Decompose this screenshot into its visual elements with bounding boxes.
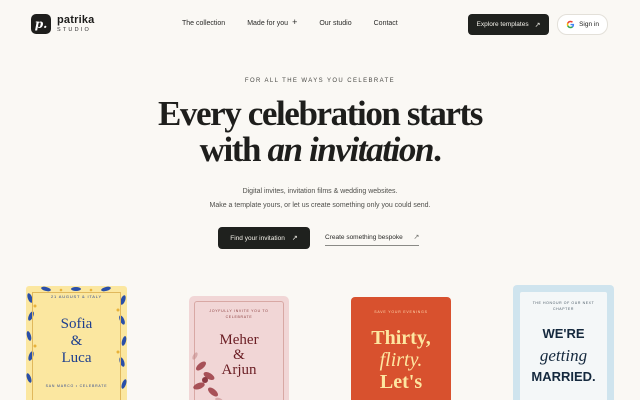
brand-logo-icon: p. bbox=[31, 14, 51, 34]
headline-line-1: Every celebration starts bbox=[157, 94, 483, 133]
hero-headline: Every celebration starts with an invitat… bbox=[0, 96, 640, 168]
sign-in-button[interactable]: Sign in bbox=[557, 14, 608, 35]
arrow-up-right-icon: ↗ bbox=[534, 21, 541, 29]
arrow-up-right-icon: ↗ bbox=[413, 234, 420, 241]
brand-sub: STUDIO bbox=[57, 26, 91, 33]
card-ampersand: & bbox=[70, 333, 83, 349]
nav-made-for-you-label: Made for you bbox=[247, 20, 289, 27]
card-venue: SAN MARCO • CELEBRATE bbox=[45, 384, 108, 388]
card-date: 21 AUGUST & ITALY bbox=[51, 294, 102, 299]
card-couple-names: Sofia & Luca bbox=[26, 316, 127, 367]
card-line-3: Let's bbox=[379, 371, 423, 393]
plus-icon: + bbox=[292, 17, 298, 27]
arrow-up-right-icon: ↗ bbox=[291, 235, 298, 242]
card-line-2: getting bbox=[539, 346, 588, 365]
explore-templates-label: Explore templates bbox=[476, 21, 529, 28]
headline-line-2-end: . bbox=[433, 130, 442, 169]
nav-the-collection[interactable]: The collection bbox=[182, 20, 225, 27]
card-couple-names: Meher & Arjun bbox=[189, 333, 289, 378]
brand-name: patrika bbox=[57, 13, 95, 26]
brand-wordmark: patrika STUDIO bbox=[57, 13, 95, 34]
invitation-card-sofia-luca[interactable]: 21 AUGUST & ITALY Sofia & Luca SAN MARCO… bbox=[26, 286, 127, 400]
find-invitation-label: Find your invitation bbox=[230, 234, 285, 242]
card-intro: THE HONOUR OF OUR NEXT CHAPTER bbox=[532, 301, 595, 311]
card-line-1: WE'RE bbox=[542, 326, 585, 341]
create-bespoke-label: Create something bespoke bbox=[325, 234, 403, 241]
invitation-card-meher-arjun[interactable]: JOYFULLY INVITE YOU TO CELEBRATE Meher &… bbox=[189, 296, 289, 400]
headline-line-2-italic: an invitation bbox=[267, 130, 434, 169]
hero-subtitle-1: Digital invites, invitation films & wedd… bbox=[242, 188, 398, 195]
create-bespoke-link[interactable]: Create something bespoke ↗ bbox=[325, 233, 420, 246]
google-icon bbox=[566, 20, 575, 29]
site-header: p. patrika STUDIO The collection Made fo… bbox=[0, 0, 640, 48]
card-line-1: Thirty, bbox=[371, 327, 431, 349]
card-name-1: Meher bbox=[219, 332, 259, 348]
sign-in-label: Sign in bbox=[579, 21, 599, 28]
invitation-card-getting-married[interactable]: THE HONOUR OF OUR NEXT CHAPTER WE'RE get… bbox=[513, 285, 614, 400]
explore-templates-button[interactable]: Explore templates ↗ bbox=[468, 14, 549, 35]
card-name-2: Luca bbox=[61, 350, 92, 366]
card-line-2: flirty. bbox=[379, 349, 423, 371]
card-intro: SAVE YOUR EVENINGS bbox=[374, 310, 428, 314]
main-nav: The collection Made for you + Our studio … bbox=[182, 17, 398, 28]
headline-line-2-plain: with bbox=[199, 130, 262, 169]
invitation-card-thirty-flirty[interactable]: SAVE YOUR EVENINGS Thirty, flirty. Let's bbox=[351, 297, 451, 400]
find-invitation-button[interactable]: Find your invitation ↗ bbox=[218, 227, 310, 249]
card-name-1: Sofia bbox=[60, 316, 93, 332]
nav-our-studio[interactable]: Our studio bbox=[319, 20, 351, 27]
brand-logo[interactable]: p. patrika STUDIO bbox=[31, 14, 94, 34]
nav-contact[interactable]: Contact bbox=[374, 20, 398, 27]
card-intro: JOYFULLY INVITE YOU TO CELEBRATE bbox=[209, 309, 269, 319]
card-line-3: MARRIED. bbox=[531, 369, 596, 384]
nav-made-for-you[interactable]: Made for you + bbox=[247, 17, 298, 28]
hero-subtitle-2: Make a template yours, or let us create … bbox=[209, 202, 431, 209]
card-name-2: Arjun bbox=[221, 362, 257, 378]
card-headline: Thirty, flirty. Let's bbox=[351, 327, 451, 393]
card-ampersand: & bbox=[233, 347, 245, 363]
hero-eyebrow: FOR ALL THE WAYS YOU CELEBRATE bbox=[244, 78, 396, 84]
